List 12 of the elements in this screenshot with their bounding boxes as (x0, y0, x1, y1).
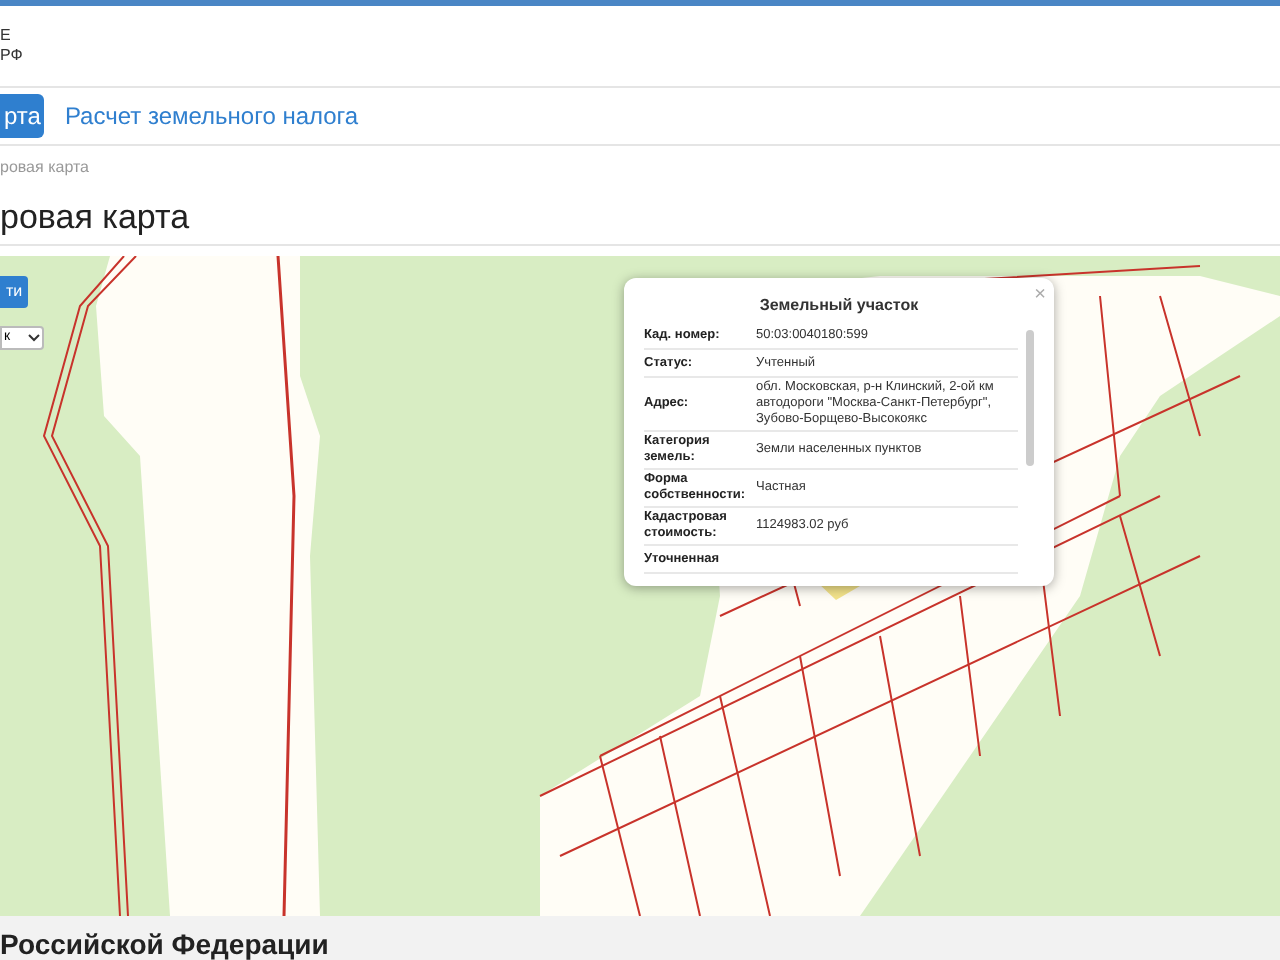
logo-text: Е (0, 26, 13, 46)
nav-tab[interactable]: рта (0, 94, 45, 138)
map-button[interactable]: ти (0, 276, 29, 308)
close-button[interactable]: × (1034, 280, 1046, 310)
popup-title: Земельный участок (757, 294, 921, 318)
page-title: ровая карта (0, 195, 190, 240)
breadcrumb: ровая карта (0, 156, 89, 180)
logo-text: РФ (0, 46, 25, 66)
nav-tab[interactable]: Расчет земельного налога (60, 94, 363, 138)
scrollbar[interactable] (1026, 330, 1034, 466)
footer-text: Российской Федерации (0, 928, 329, 960)
caret-icon (28, 334, 40, 342)
